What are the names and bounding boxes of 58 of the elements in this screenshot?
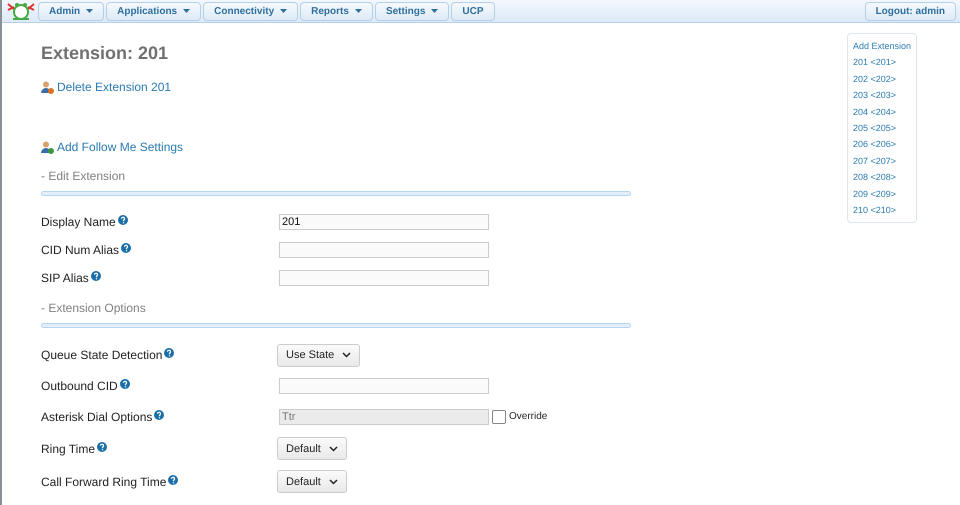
extension-link[interactable]: 201 <201> xyxy=(853,54,912,71)
nav-menu-button[interactable]: Admin xyxy=(38,2,104,20)
select-dropdown[interactable]: Default xyxy=(277,437,347,460)
extension-link[interactable]: Add Extension xyxy=(853,38,912,54)
help-icon xyxy=(168,474,178,484)
field-label: SIP Alias xyxy=(41,271,279,285)
extension-link[interactable]: 202 <202> xyxy=(853,70,912,88)
chevron-icon xyxy=(328,446,338,452)
nav-menu-button[interactable]: Connectivity xyxy=(203,2,298,20)
extension-link[interactable]: 209 <209> xyxy=(853,186,912,202)
section-title: - Edit Extension xyxy=(41,169,126,183)
help-icon xyxy=(154,410,164,420)
page-title: Extension: 201 xyxy=(41,43,170,64)
nav-menu-button[interactable]: Reports xyxy=(300,2,373,20)
extension-link[interactable]: 206 <206> xyxy=(853,136,912,153)
text-field[interactable] xyxy=(279,242,489,258)
field-label: CID Num Alias xyxy=(41,243,279,257)
checkbox-label: Override xyxy=(509,411,548,422)
extension-link[interactable]: 210 <210> xyxy=(853,202,912,218)
field-label: Outbound CID xyxy=(41,378,279,392)
extension-link[interactable]: 203 <203> xyxy=(853,87,912,104)
logout-button[interactable]: Logout: admin xyxy=(864,2,956,20)
caret-icon xyxy=(86,9,94,13)
frog-logo-icon xyxy=(6,1,36,21)
extension-link[interactable]: 207 <207> xyxy=(853,152,912,170)
caret-icon xyxy=(280,9,288,13)
help-icon xyxy=(97,442,108,452)
select-dropdown[interactable]: Use State xyxy=(277,344,360,366)
field-label: Queue State Detection xyxy=(41,348,279,362)
help-icon xyxy=(90,271,101,281)
text-field[interactable]: 201 xyxy=(279,214,489,230)
help-icon xyxy=(164,348,174,358)
select-dropdown[interactable]: Default xyxy=(277,470,347,493)
help-icon xyxy=(118,215,128,225)
caret-icon xyxy=(183,9,190,13)
chevron-icon xyxy=(342,352,352,358)
caret-icon xyxy=(354,9,362,13)
chevron-icon xyxy=(328,478,338,484)
nav-menu-button[interactable]: Applications xyxy=(106,2,202,20)
text-field[interactable] xyxy=(279,378,489,394)
user-icon xyxy=(41,80,54,94)
field-label: Asterisk Dial Options xyxy=(41,410,279,424)
extension-link[interactable]: 204 <204> xyxy=(853,104,912,120)
field-label: Call Forward Ring Time xyxy=(41,474,279,488)
nav-menu-button[interactable]: UCP xyxy=(451,2,495,20)
action-link[interactable]: Add Follow Me Settings xyxy=(41,140,184,154)
help-icon xyxy=(120,378,130,388)
nav-menu-button[interactable]: Settings xyxy=(374,2,450,20)
extension-link[interactable]: 205 <205> xyxy=(853,120,912,136)
extension-link[interactable]: 208 <208> xyxy=(853,169,912,186)
text-field[interactable] xyxy=(279,270,489,286)
user-icon xyxy=(41,140,54,154)
caret-icon xyxy=(431,9,438,13)
section-title: - Extension Options xyxy=(41,301,147,315)
field-label: Display Name xyxy=(41,215,279,229)
action-link[interactable]: Delete Extension 201 xyxy=(41,80,172,94)
help-icon xyxy=(121,243,132,253)
field-label: Ring Time xyxy=(41,442,279,456)
